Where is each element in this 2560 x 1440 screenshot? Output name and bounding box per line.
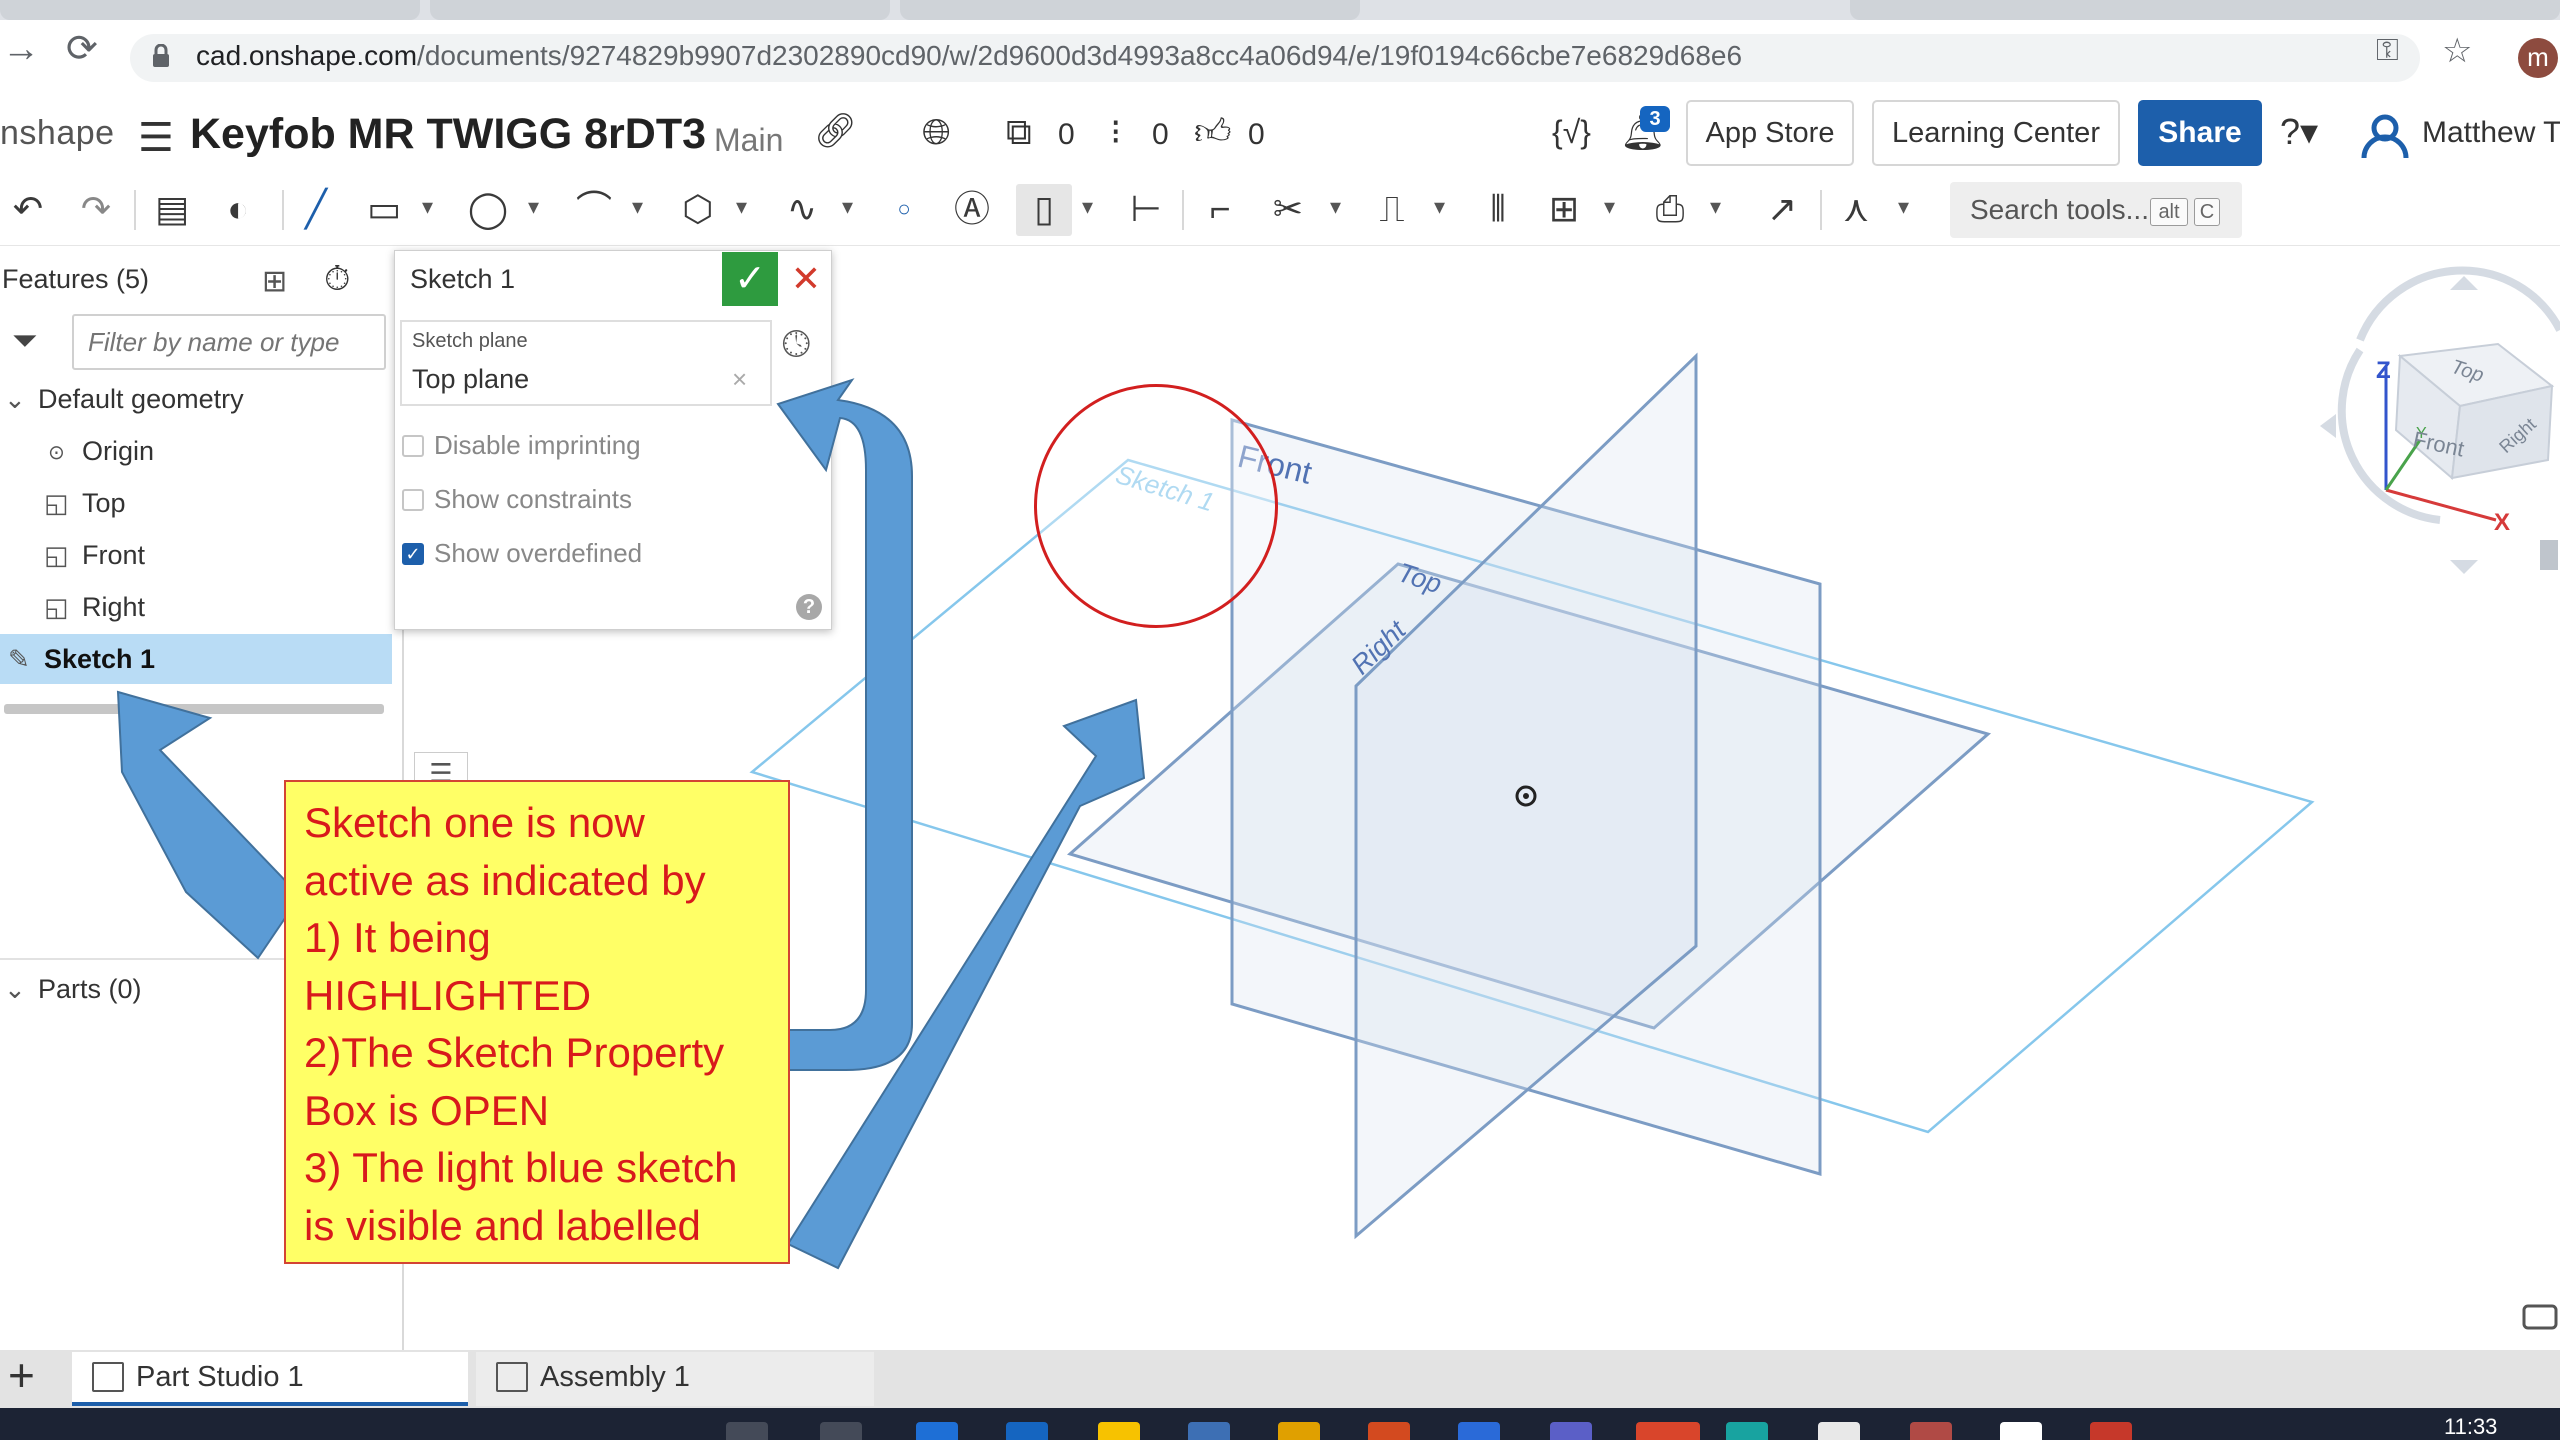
app-icon[interactable]	[1006, 1422, 1048, 1440]
part-studio-icon	[92, 1362, 124, 1392]
app-icon[interactable]	[1098, 1422, 1140, 1440]
taskbar-clock[interactable]: 11:33	[2444, 1414, 2497, 1440]
chrome-icon[interactable]	[1636, 1422, 1700, 1440]
teams-icon[interactable]	[1550, 1422, 1592, 1440]
app-icon[interactable]	[1368, 1422, 1410, 1440]
app-icon[interactable]	[1458, 1422, 1500, 1440]
app-icon[interactable]	[2000, 1422, 2042, 1440]
tab-assembly[interactable]: Assembly 1	[476, 1352, 874, 1406]
annotation-line: 1) It being	[304, 914, 491, 961]
file-explorer-icon[interactable]	[1278, 1422, 1320, 1440]
annotation-line: Sketch one is now	[304, 799, 645, 846]
app-icon[interactable]	[1188, 1422, 1230, 1440]
search-icon[interactable]	[726, 1422, 768, 1440]
tab-label: Assembly 1	[540, 1361, 690, 1393]
app-icon[interactable]	[916, 1422, 958, 1440]
tab-label: Part Studio 1	[136, 1361, 304, 1393]
annotation-line: 2)The Sketch Property	[304, 1029, 725, 1076]
task-view-icon[interactable]	[820, 1422, 862, 1440]
annotation-line: 3) The light blue sketch	[304, 1144, 738, 1191]
assembly-icon	[496, 1362, 528, 1392]
app-icon[interactable]	[1910, 1422, 1952, 1440]
annotation-line: Box is OPEN	[304, 1086, 550, 1134]
annotation-callout: Sketch one is now active as indicated by…	[284, 780, 790, 1264]
tab-part-studio[interactable]: Part Studio 1	[72, 1352, 468, 1406]
annotation-line: is visible and labelled	[304, 1201, 701, 1249]
annotation-line: active as indicated by	[304, 856, 706, 904]
app-icon[interactable]	[1726, 1422, 1768, 1440]
add-element-icon[interactable]: +	[8, 1352, 35, 1398]
arrow-to-sketch	[786, 698, 1146, 1270]
arrow-to-feature	[116, 690, 302, 960]
app-icon[interactable]	[1818, 1422, 1860, 1440]
annotation-line: HIGHLIGHTED	[304, 971, 592, 1019]
app-icon[interactable]	[2090, 1422, 2132, 1440]
